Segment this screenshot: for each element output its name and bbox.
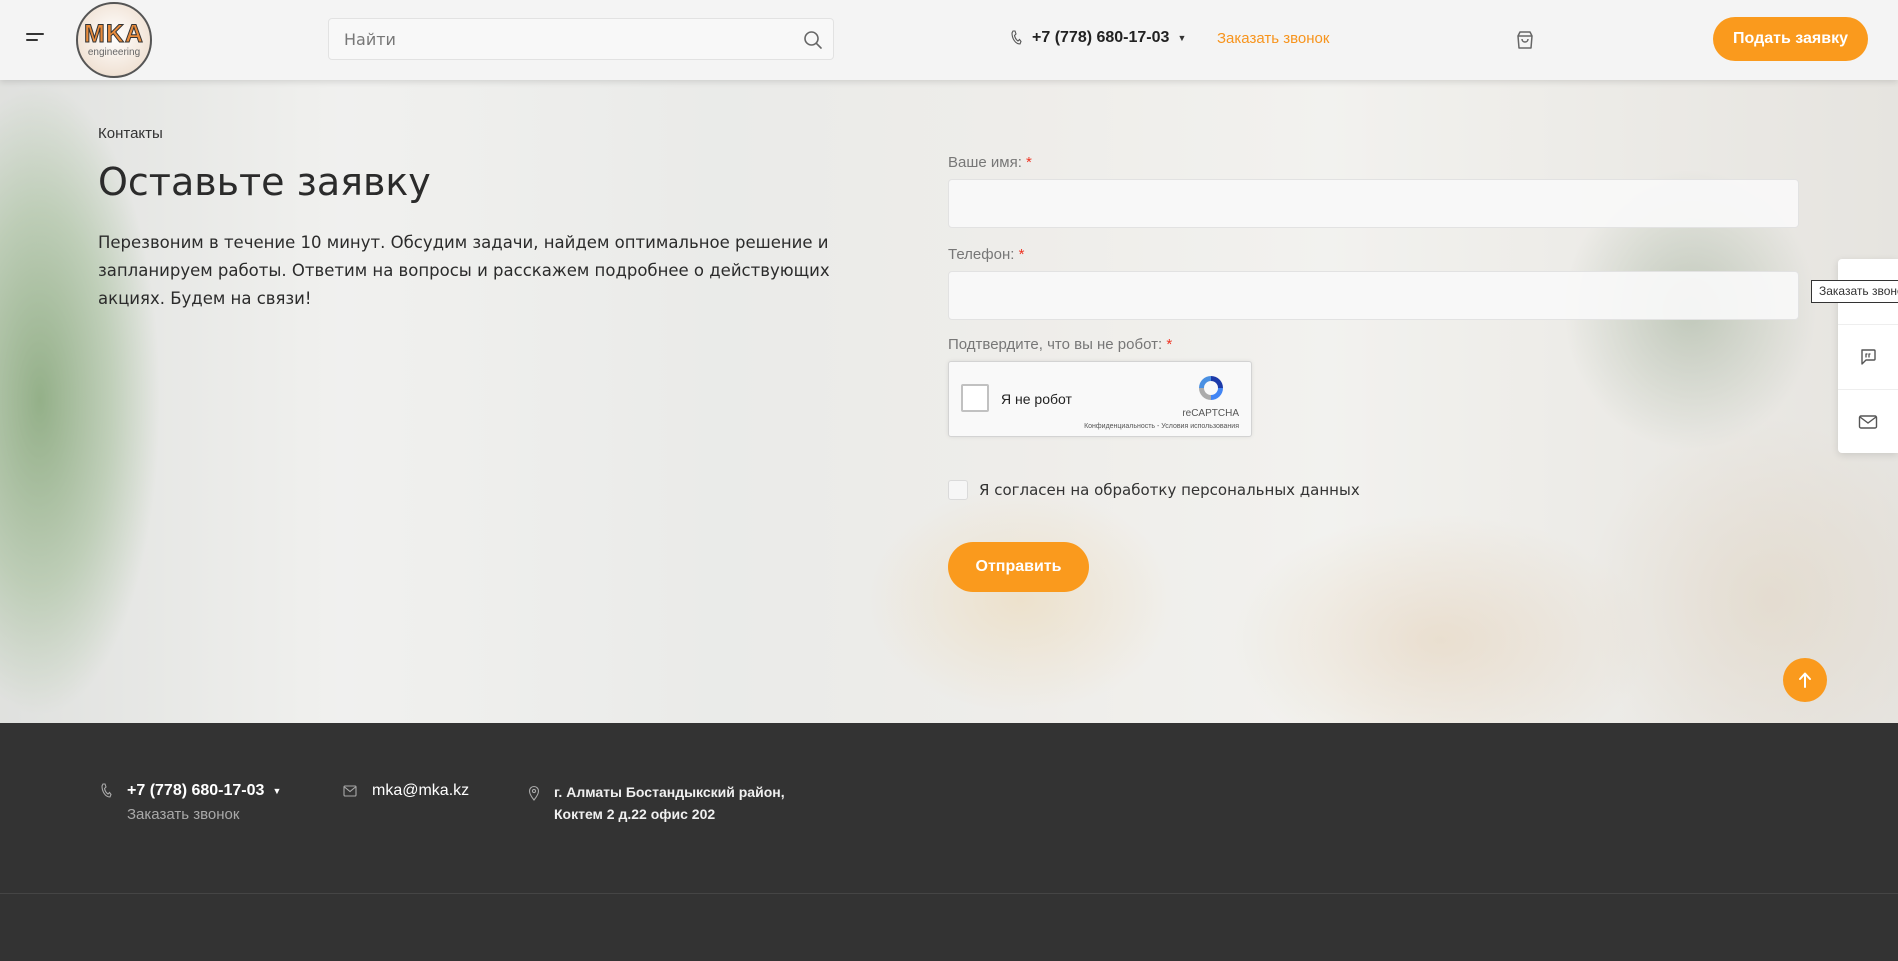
cart-icon[interactable] (1514, 29, 1536, 51)
page-title: Оставьте заявку (98, 160, 431, 204)
recaptcha-logo-icon (1199, 376, 1223, 400)
recaptcha-widget: Я не робот reCAPTCHA Конфиденциальность … (948, 361, 1252, 437)
required-mark: * (1018, 246, 1025, 263)
footer-email[interactable]: mka@mka.kz (343, 782, 469, 800)
footer-email-text: mka@mka.kz (372, 782, 470, 799)
footer-phone[interactable]: +7 (778) 680-17-03 ▼ (100, 782, 281, 800)
hero-section: Контакты Оставьте заявку Перезвоним в те… (0, 80, 1898, 723)
name-label: Ваше имя: * (948, 154, 1032, 171)
phone-field[interactable] (948, 271, 1799, 320)
header-phone-number: +7 (778) 680-17-03 (1032, 29, 1170, 46)
menu-burger-icon[interactable] (26, 33, 46, 47)
recaptcha-checkbox[interactable] (961, 384, 989, 412)
phone-label: Телефон: * (948, 246, 1024, 263)
side-chat-button[interactable] (1838, 324, 1898, 388)
required-mark: * (1026, 154, 1032, 171)
chevron-down-icon[interactable]: ▼ (1177, 33, 1186, 43)
search-input[interactable] (329, 19, 789, 59)
consent-checkbox[interactable] (948, 480, 968, 500)
recaptcha-brand: reCAPTCHA (1182, 408, 1239, 419)
footer-address: г. Алматы Бостандыкский район, Коктем 2 … (528, 781, 785, 825)
header-phone[interactable]: +7 (778) 680-17-03 ▼ (1010, 29, 1186, 47)
header-callback-link[interactable]: Заказать звонок (1217, 30, 1329, 47)
intro-text: Перезвоним в течение 10 минут. Обсудим з… (98, 229, 838, 313)
chevron-down-icon[interactable]: ▼ (272, 786, 281, 796)
footer-divider (0, 893, 1898, 894)
footer-address-text: г. Алматы Бостандыкский район, Коктем 2 … (554, 781, 785, 825)
arrow-up-icon (1799, 672, 1811, 688)
intro-line: акциях. Будем на связи! (98, 289, 312, 308)
recaptcha-terms-link[interactable]: Конфиденциальность - Условия использован… (1084, 423, 1239, 430)
breadcrumb[interactable]: Контакты (98, 125, 163, 142)
address-line: Коктем 2 д.22 офис 202 (554, 806, 716, 822)
consent-label[interactable]: Я согласен на обработку персональных дан… (979, 481, 1360, 499)
mail-icon (343, 785, 357, 797)
footer-phone-number: +7 (778) 680-17-03 (127, 782, 265, 799)
phone-icon (101, 783, 112, 798)
phone-label-text: Телефон: (948, 246, 1015, 263)
logo-text: MKA (84, 20, 144, 48)
name-field[interactable] (948, 179, 1799, 228)
side-mail-button[interactable] (1838, 389, 1898, 453)
name-label-text: Ваше имя: (948, 154, 1022, 171)
chat-icon (1861, 348, 1876, 365)
recaptcha-label: Я не робот (1001, 391, 1072, 407)
captcha-label: Подтвердите, что вы не робот: * (948, 336, 1172, 353)
site-footer: +7 (778) 680-17-03 ▼ Заказать звонок mka… (0, 723, 1898, 961)
captcha-label-text: Подтвердите, что вы не робот: (948, 336, 1163, 353)
mail-icon (1858, 414, 1878, 429)
callback-tooltip: Заказать звонок (1811, 280, 1898, 303)
scroll-to-top-button[interactable] (1783, 658, 1827, 702)
address-line: г. Алматы Бостандыкский район, (554, 784, 785, 800)
location-pin-icon (528, 785, 540, 801)
search-box (328, 18, 834, 60)
footer-callback-link[interactable]: Заказать звонок (127, 806, 239, 823)
search-icon[interactable] (803, 30, 823, 50)
send-button[interactable]: Отправить (948, 542, 1089, 592)
required-mark: * (1166, 336, 1173, 353)
site-header: MKA engineering +7 (778) 680-17-03 ▼ Зак… (0, 0, 1898, 80)
logo-subtext: engineering (87, 47, 141, 58)
intro-line: запланируем работы. Ответим на вопросы и… (98, 261, 830, 280)
intro-line: Перезвоним в течение 10 минут. Обсудим з… (98, 233, 829, 252)
phone-icon (1011, 30, 1022, 45)
site-logo[interactable]: MKA engineering (76, 2, 152, 78)
consent-row: Я согласен на обработку персональных дан… (948, 480, 1360, 500)
submit-request-button[interactable]: Подать заявку (1713, 17, 1868, 61)
